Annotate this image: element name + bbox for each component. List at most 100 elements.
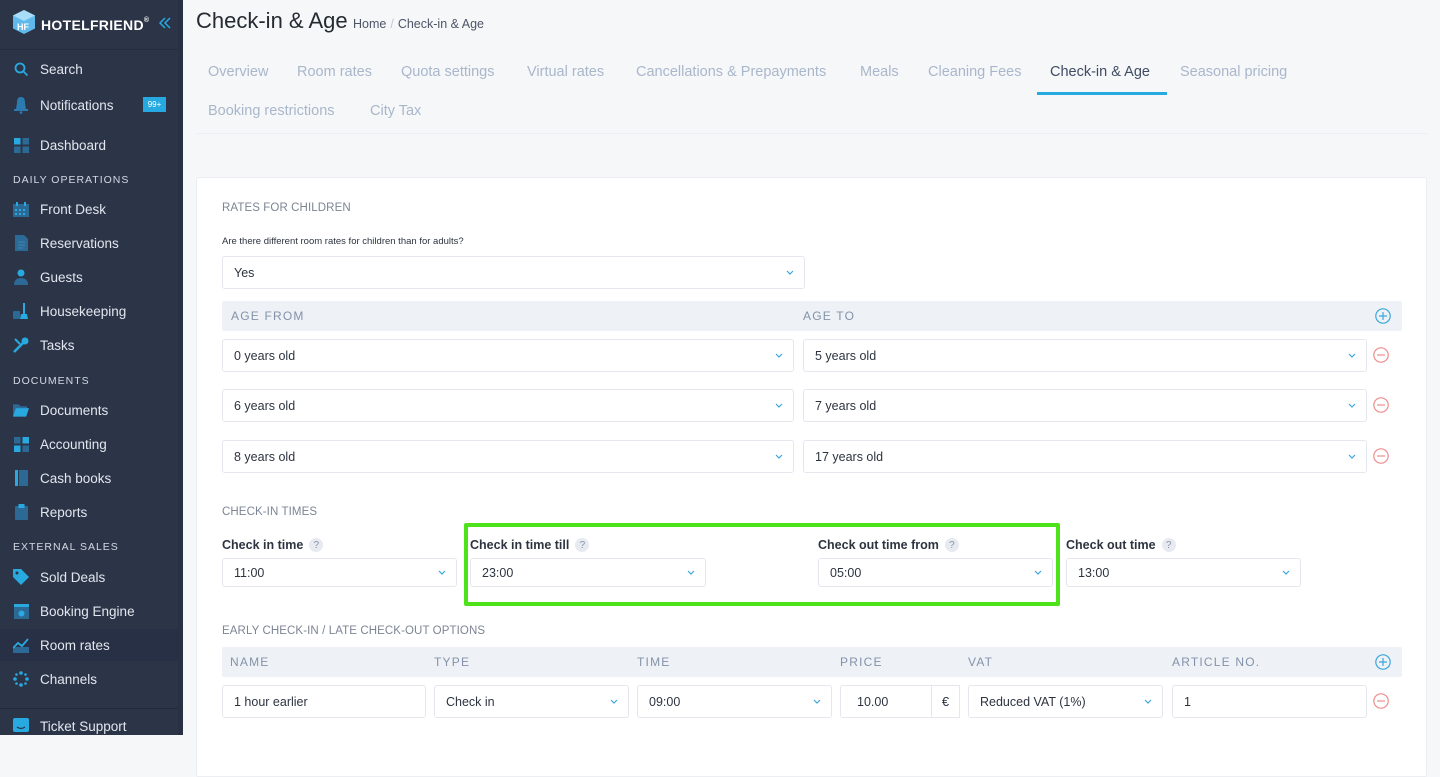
- sidebar-item-channels[interactable]: Channels: [0, 663, 178, 695]
- option-vat-select[interactable]: Reduced VAT (1%): [968, 685, 1163, 718]
- tab-check-in-age[interactable]: Check-in & Age: [1050, 64, 1150, 80]
- sidebar-item-label: Search: [40, 61, 83, 77]
- select-value: 0 years old: [234, 348, 296, 363]
- bell-icon: [13, 97, 29, 114]
- page-title: Check-in & Age: [196, 8, 348, 33]
- remove-age-row-icon[interactable]: [1373, 397, 1389, 413]
- age-to-select[interactable]: 7 years old: [803, 389, 1367, 422]
- tab-city-tax[interactable]: City Tax: [370, 103, 421, 119]
- sidebar-item-booking-engine[interactable]: Booking Engine: [0, 595, 178, 627]
- option-time-select[interactable]: 09:00: [637, 685, 832, 718]
- select-value: 5 years old: [815, 348, 877, 363]
- add-age-row-icon[interactable]: [1375, 308, 1391, 324]
- tab-meals[interactable]: Meals: [860, 64, 899, 80]
- option-type-select[interactable]: Check in: [434, 685, 629, 718]
- chevron-down-icon: [775, 353, 783, 358]
- tab-room-rates[interactable]: Room rates: [297, 64, 372, 80]
- chevron-down-icon: [1348, 454, 1356, 459]
- check-out-time-label: Check out time?: [1066, 538, 1176, 552]
- col-vat: VAT: [968, 655, 994, 669]
- input-value: 1 hour earlier: [234, 694, 308, 709]
- check-in-time-select[interactable]: 11:00: [222, 558, 457, 587]
- sidebar-item-label: Guests: [40, 269, 83, 285]
- sidebar-item-label: Reservations: [40, 235, 119, 251]
- chevron-down-icon: [1348, 403, 1356, 408]
- sidebar-item-ticket-support[interactable]: Ticket Support: [0, 710, 178, 742]
- tab-cleaning-fees[interactable]: Cleaning Fees: [928, 64, 1022, 80]
- check-out-time-select[interactable]: 13:00: [1066, 558, 1301, 587]
- help-icon[interactable]: ?: [1161, 538, 1176, 552]
- sidebar-item-reports[interactable]: Reports: [0, 496, 178, 528]
- broom-bucket-icon: [13, 303, 29, 319]
- sidebar-item-reservations[interactable]: Reservations: [0, 227, 178, 259]
- select-value: Reduced VAT (1%): [980, 694, 1086, 709]
- chart-trend-icon: [13, 637, 29, 653]
- sidebar-item-documents[interactable]: Documents: [0, 394, 178, 426]
- tag-icon: [13, 569, 29, 585]
- select-value: 7 years old: [815, 398, 877, 413]
- select-value: 13:00: [1078, 565, 1110, 580]
- sidebar-item-housekeeping[interactable]: Housekeeping: [0, 295, 178, 327]
- tab-cancellations-prepayments[interactable]: Cancellations & Prepayments: [636, 64, 826, 80]
- sidebar-item-guests[interactable]: Guests: [0, 261, 178, 293]
- registered-mark: ®: [143, 16, 150, 24]
- select-value: 8 years old: [234, 449, 296, 464]
- sidebar-item-dashboard[interactable]: Dashboard: [0, 129, 178, 161]
- sidebar-item-label: Documents: [40, 402, 109, 418]
- chevron-down-icon: [1144, 699, 1152, 704]
- tab-seasonal-pricing[interactable]: Seasonal pricing: [1180, 64, 1287, 80]
- double-chevron-left-icon[interactable]: [159, 16, 171, 34]
- sidebar-item-label: Reports: [40, 504, 88, 520]
- sidebar-item-accounting[interactable]: Accounting: [0, 428, 178, 460]
- sidebar-item-tasks[interactable]: Tasks: [0, 329, 178, 361]
- breadcrumb-home[interactable]: Home: [353, 17, 386, 31]
- svg-text:HF: HF: [17, 22, 29, 32]
- age-from-select[interactable]: 8 years old: [222, 440, 794, 473]
- chevron-down-icon: [438, 570, 446, 575]
- tabs-divider: [196, 133, 1427, 134]
- tab-quota-settings[interactable]: Quota settings: [401, 64, 495, 80]
- tab-booking-restrictions[interactable]: Booking restrictions: [208, 103, 335, 119]
- sidebar-item-label: Housekeeping: [40, 303, 127, 319]
- remove-option-row-icon[interactable]: [1373, 693, 1389, 709]
- sidebar-item-label: Accounting: [40, 436, 107, 452]
- remove-age-row-icon[interactable]: [1373, 347, 1389, 363]
- sidebar-item-label: Cash books: [40, 470, 112, 486]
- col-article-no: ARTICLE NO.: [1172, 655, 1261, 669]
- logo[interactable]: HF HOTELFRIEND®: [0, 0, 183, 50]
- input-value: 10.00: [857, 694, 889, 709]
- age-from-select[interactable]: 0 years old: [222, 339, 794, 372]
- section-external-sales: EXTERNAL SALES: [13, 541, 119, 553]
- chevron-down-icon: [610, 699, 618, 704]
- age-from-select[interactable]: 6 years old: [222, 389, 794, 422]
- select-value: Check in: [446, 694, 495, 709]
- sidebar-item-label: Booking Engine: [40, 603, 135, 619]
- chat-support-icon: [13, 718, 29, 734]
- network-icon: [13, 671, 29, 687]
- children-rates-select[interactable]: Yes: [222, 256, 805, 289]
- sidebar-item-search[interactable]: Search: [0, 53, 178, 85]
- sidebar-item-front-desk[interactable]: Front Desk: [0, 193, 178, 225]
- clipboard-icon: [13, 504, 29, 520]
- hotelfriend-logo-icon: HF: [12, 9, 36, 40]
- option-article-no-input[interactable]: 1: [1172, 685, 1367, 718]
- wrench-icon: [13, 337, 29, 353]
- sidebar-item-room-rates[interactable]: Room rates: [0, 629, 178, 661]
- select-value: 11:00: [234, 565, 265, 580]
- sidebar-item-sold-deals[interactable]: Sold Deals: [0, 561, 178, 593]
- help-icon[interactable]: ?: [309, 538, 324, 552]
- breadcrumb: Home / Check-in & Age: [353, 17, 484, 31]
- remove-age-row-icon[interactable]: [1373, 448, 1389, 464]
- age-to-select[interactable]: 5 years old: [803, 339, 1367, 372]
- age-to-select[interactable]: 17 years old: [803, 440, 1367, 473]
- option-name-input[interactable]: 1 hour earlier: [222, 685, 426, 718]
- option-price-input[interactable]: 10.00: [840, 685, 932, 718]
- tab-virtual-rates[interactable]: Virtual rates: [527, 64, 604, 80]
- sidebar-item-cash-books[interactable]: Cash books: [0, 462, 178, 494]
- section-early-late-options: EARLY CHECK-IN / LATE CHECK-OUT OPTIONS: [222, 625, 486, 637]
- tab-overview[interactable]: Overview: [208, 64, 268, 80]
- select-value: 09:00: [649, 694, 681, 709]
- sidebar-item-label: Notifications: [40, 97, 114, 113]
- add-option-row-icon[interactable]: [1375, 654, 1391, 670]
- brand-name: HOTELFRIEND®: [41, 17, 149, 33]
